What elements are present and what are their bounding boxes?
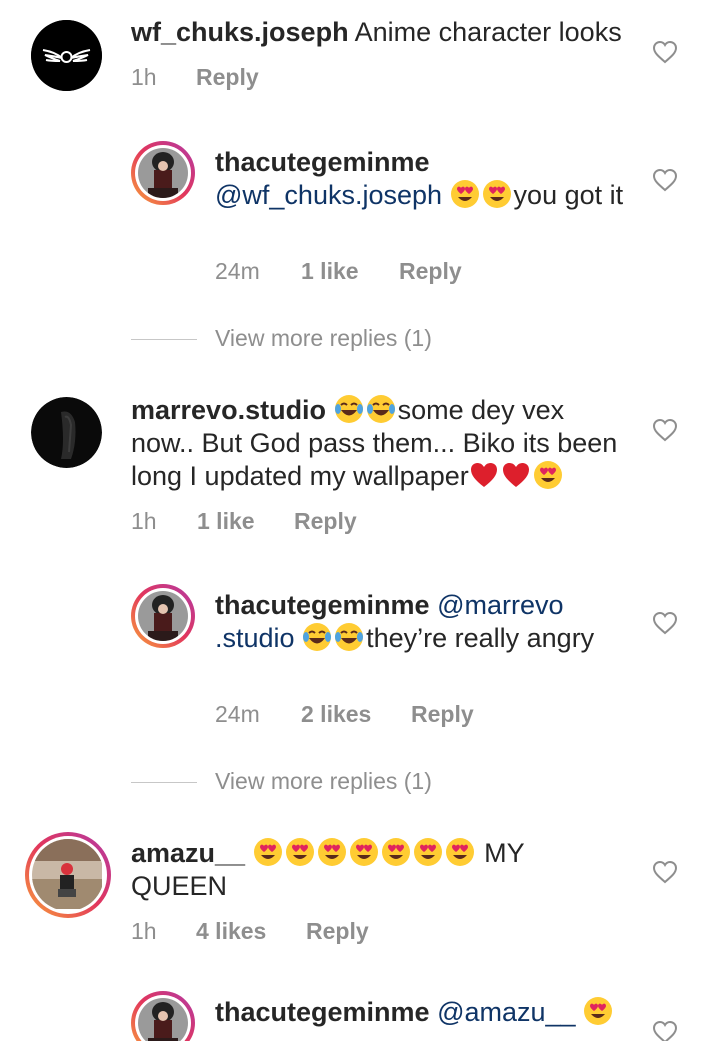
avatar[interactable] (131, 141, 195, 205)
comment-time: 24m (215, 701, 260, 727)
tears-of-joy-emoji-icon (334, 622, 364, 652)
comment-wf-chuks: wf_chuks.joseph Anime character looks 1h… (0, 0, 718, 110)
comment-time: 1h (131, 508, 157, 534)
mention-link[interactable]: @amazu__ (437, 997, 575, 1027)
view-more-label[interactable]: View more replies (1) (215, 768, 432, 795)
comment-text: they’re really angry (366, 623, 595, 653)
likes-count[interactable]: 4 likes (196, 918, 266, 945)
comment-amazu: amazu__ MY QUEEN 1h 4 likes Reply (0, 822, 718, 962)
like-heart-icon[interactable] (652, 418, 678, 442)
comment-username[interactable]: marrevo.studio (131, 395, 326, 425)
like-heart-icon[interactable] (652, 168, 678, 192)
reply-button[interactable]: Reply (306, 918, 369, 945)
view-more-replies[interactable]: View more replies (1) (131, 768, 491, 798)
reply-thacutegeminme-1: thacutegeminme @wf_chuks.joseph you got … (0, 130, 718, 300)
avatar[interactable] (25, 832, 111, 918)
comment-time: 1h (131, 64, 157, 90)
like-heart-icon[interactable] (652, 1020, 678, 1041)
likes-count[interactable]: 1 like (197, 508, 255, 535)
reply-button[interactable]: Reply (411, 701, 474, 728)
heart-eyes-emoji-icon (413, 837, 443, 867)
heart-eyes-emoji-icon (482, 179, 512, 209)
tears-of-joy-emoji-icon (302, 622, 332, 652)
mention-link[interactable]: @wf_chuks.joseph (215, 180, 442, 210)
avatar-photo (138, 591, 188, 641)
heart-eyes-emoji-icon (349, 837, 379, 867)
heart-eyes-emoji-icon (317, 837, 347, 867)
reply-button[interactable]: Reply (399, 258, 462, 285)
comment-time: 24m (215, 258, 260, 284)
comment-username[interactable]: thacutegeminme (215, 147, 430, 177)
comment-username[interactable]: wf_chuks.joseph (131, 17, 349, 47)
comment-username[interactable]: thacutegeminme (215, 590, 430, 620)
avatar[interactable] (131, 991, 195, 1041)
heart-eyes-emoji-icon (533, 460, 563, 490)
tears-of-joy-emoji-icon (334, 394, 364, 424)
likes-count[interactable]: 2 likes (301, 701, 371, 728)
avatar[interactable] (31, 20, 102, 91)
avatar-photo (138, 998, 188, 1041)
reply-button[interactable]: Reply (294, 508, 357, 535)
reply-button[interactable]: Reply (196, 64, 259, 91)
divider-line (131, 782, 197, 783)
like-heart-icon[interactable] (652, 40, 678, 64)
heart-eyes-emoji-icon (381, 837, 411, 867)
comment-username[interactable]: amazu__ (131, 838, 245, 868)
tears-of-joy-emoji-icon (366, 394, 396, 424)
view-more-replies[interactable]: View more replies (1) (131, 325, 491, 355)
comment-text: Anime character looks (354, 17, 622, 47)
red-heart-emoji-icon (501, 460, 531, 490)
heart-eyes-emoji-icon (445, 837, 475, 867)
heart-eyes-emoji-icon (450, 179, 480, 209)
comment-text: you got it (513, 180, 624, 210)
comment-marrevo: marrevo.studio some dey vex now.. But Go… (0, 380, 718, 550)
like-heart-icon[interactable] (652, 611, 678, 635)
avatar-photo (31, 397, 102, 468)
avatar-photo (32, 839, 102, 909)
reply-thacutegeminme-3: thacutegeminme @amazu__ (0, 980, 718, 1041)
comment-time: 1h (131, 918, 157, 944)
heart-eyes-emoji-icon (583, 996, 613, 1026)
avatar[interactable] (131, 584, 195, 648)
divider-line (131, 339, 197, 340)
avatar-photo (138, 148, 188, 198)
like-heart-icon[interactable] (652, 860, 678, 884)
wings-logo-icon (31, 20, 102, 91)
heart-eyes-emoji-icon (285, 837, 315, 867)
comment-username[interactable]: thacutegeminme (215, 997, 430, 1027)
view-more-label[interactable]: View more replies (1) (215, 325, 432, 352)
reply-thacutegeminme-2: thacutegeminme @marrevo .studio they’re … (0, 573, 718, 743)
avatar[interactable] (31, 397, 102, 468)
likes-count[interactable]: 1 like (301, 258, 359, 285)
heart-eyes-emoji-icon (253, 837, 283, 867)
red-heart-emoji-icon (469, 460, 499, 490)
